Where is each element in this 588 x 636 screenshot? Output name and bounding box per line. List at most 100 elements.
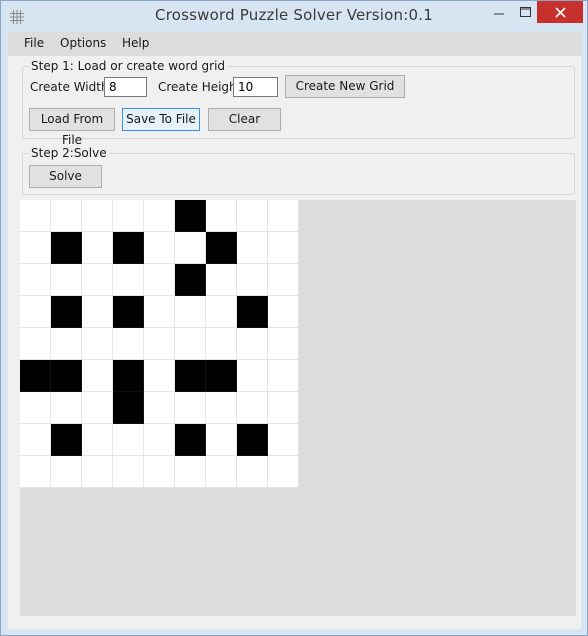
grid-cell[interactable] (175, 392, 206, 424)
grid-cell[interactable] (144, 200, 175, 232)
grid-cell[interactable] (175, 328, 206, 360)
grid-cell[interactable] (175, 424, 206, 456)
grid-cell[interactable] (175, 264, 206, 296)
grid-cell[interactable] (237, 200, 268, 232)
width-input[interactable] (104, 77, 147, 97)
menu-bar: File Options Help (8, 32, 581, 56)
grid-cell[interactable] (51, 200, 82, 232)
grid-cell[interactable] (237, 424, 268, 456)
solve-button[interactable]: Solve (29, 165, 102, 188)
grid-cell[interactable] (51, 360, 82, 392)
grid-cell[interactable] (268, 200, 299, 232)
grid-cell[interactable] (206, 296, 237, 328)
client-area: File Options Help Step 1: Load or create… (8, 32, 581, 629)
grid-cell[interactable] (82, 264, 113, 296)
grid-cell[interactable] (175, 232, 206, 264)
grid-cell[interactable] (206, 424, 237, 456)
close-button[interactable] (537, 1, 583, 23)
grid-cell[interactable] (82, 296, 113, 328)
grid-cell[interactable] (51, 424, 82, 456)
grid-cell[interactable] (144, 392, 175, 424)
minimize-icon (494, 13, 504, 15)
grid-cell[interactable] (144, 456, 175, 488)
grid-cell[interactable] (206, 328, 237, 360)
grid-cell[interactable] (268, 424, 299, 456)
grid-cell[interactable] (144, 232, 175, 264)
grid-cell[interactable] (268, 456, 299, 488)
grid-cell[interactable] (113, 200, 144, 232)
grid-cell[interactable] (51, 392, 82, 424)
grid-cell[interactable] (20, 424, 51, 456)
grid-cell[interactable] (20, 200, 51, 232)
grid-cell[interactable] (237, 360, 268, 392)
clear-button[interactable]: Clear (208, 108, 281, 131)
grid-cell[interactable] (51, 264, 82, 296)
width-label: Create Width: (30, 80, 113, 94)
grid-cell[interactable] (82, 456, 113, 488)
grid-cell[interactable] (175, 200, 206, 232)
grid-cell[interactable] (268, 392, 299, 424)
grid-cell[interactable] (113, 328, 144, 360)
grid-cell[interactable] (113, 264, 144, 296)
grid-cell[interactable] (268, 360, 299, 392)
grid-cell[interactable] (20, 296, 51, 328)
load-from-file-button[interactable]: Load From File (29, 108, 115, 147)
grid-cell[interactable] (206, 232, 237, 264)
grid-cell[interactable] (51, 232, 82, 264)
grid-cell[interactable] (237, 264, 268, 296)
create-new-grid-button[interactable]: Create New Grid (285, 75, 405, 98)
save-to-file-button[interactable]: Save To File (122, 108, 200, 131)
grid-cell[interactable] (113, 392, 144, 424)
grid-cell[interactable] (206, 456, 237, 488)
grid-cell[interactable] (175, 296, 206, 328)
grid-cell[interactable] (144, 360, 175, 392)
grid-cell[interactable] (144, 264, 175, 296)
grid-cell[interactable] (51, 328, 82, 360)
grid-cell[interactable] (113, 360, 144, 392)
grid-cell[interactable] (20, 232, 51, 264)
grid-cell[interactable] (82, 328, 113, 360)
grid-cell[interactable] (144, 296, 175, 328)
menu-help[interactable]: Help (122, 36, 149, 50)
grid-cell[interactable] (144, 424, 175, 456)
grid-cell[interactable] (206, 264, 237, 296)
grid-cell[interactable] (82, 232, 113, 264)
crossword-grid (20, 200, 299, 488)
menu-options[interactable]: Options (60, 36, 106, 50)
grid-cell[interactable] (206, 200, 237, 232)
grid-cell[interactable] (113, 424, 144, 456)
grid-cell[interactable] (237, 392, 268, 424)
grid-cell[interactable] (206, 392, 237, 424)
grid-cell[interactable] (51, 296, 82, 328)
minimize-button[interactable] (484, 1, 514, 23)
grid-cell[interactable] (82, 392, 113, 424)
height-input[interactable] (233, 77, 278, 97)
grid-cell[interactable] (268, 296, 299, 328)
grid-cell[interactable] (20, 328, 51, 360)
grid-cell[interactable] (175, 456, 206, 488)
grid-cell[interactable] (51, 456, 82, 488)
grid-cell[interactable] (113, 456, 144, 488)
grid-cell[interactable] (82, 200, 113, 232)
grid-cell[interactable] (237, 456, 268, 488)
grid-cell[interactable] (237, 328, 268, 360)
grid-cell[interactable] (20, 456, 51, 488)
grid-cell[interactable] (113, 232, 144, 264)
grid-cell[interactable] (237, 232, 268, 264)
title-bar[interactable]: Crossword Puzzle Solver Version:0.1 (1, 1, 587, 32)
grid-cell[interactable] (268, 232, 299, 264)
grid-cell[interactable] (20, 392, 51, 424)
grid-cell[interactable] (20, 264, 51, 296)
grid-cell[interactable] (175, 360, 206, 392)
grid-cell[interactable] (20, 360, 51, 392)
grid-cell[interactable] (82, 424, 113, 456)
grid-cell[interactable] (206, 360, 237, 392)
grid-cell[interactable] (268, 264, 299, 296)
grid-cell[interactable] (237, 296, 268, 328)
menu-file[interactable]: File (24, 36, 44, 50)
grid-cell[interactable] (144, 328, 175, 360)
grid-cell[interactable] (113, 296, 144, 328)
grid-cell[interactable] (268, 328, 299, 360)
grid-cell[interactable] (82, 360, 113, 392)
maximize-button[interactable] (511, 1, 539, 23)
